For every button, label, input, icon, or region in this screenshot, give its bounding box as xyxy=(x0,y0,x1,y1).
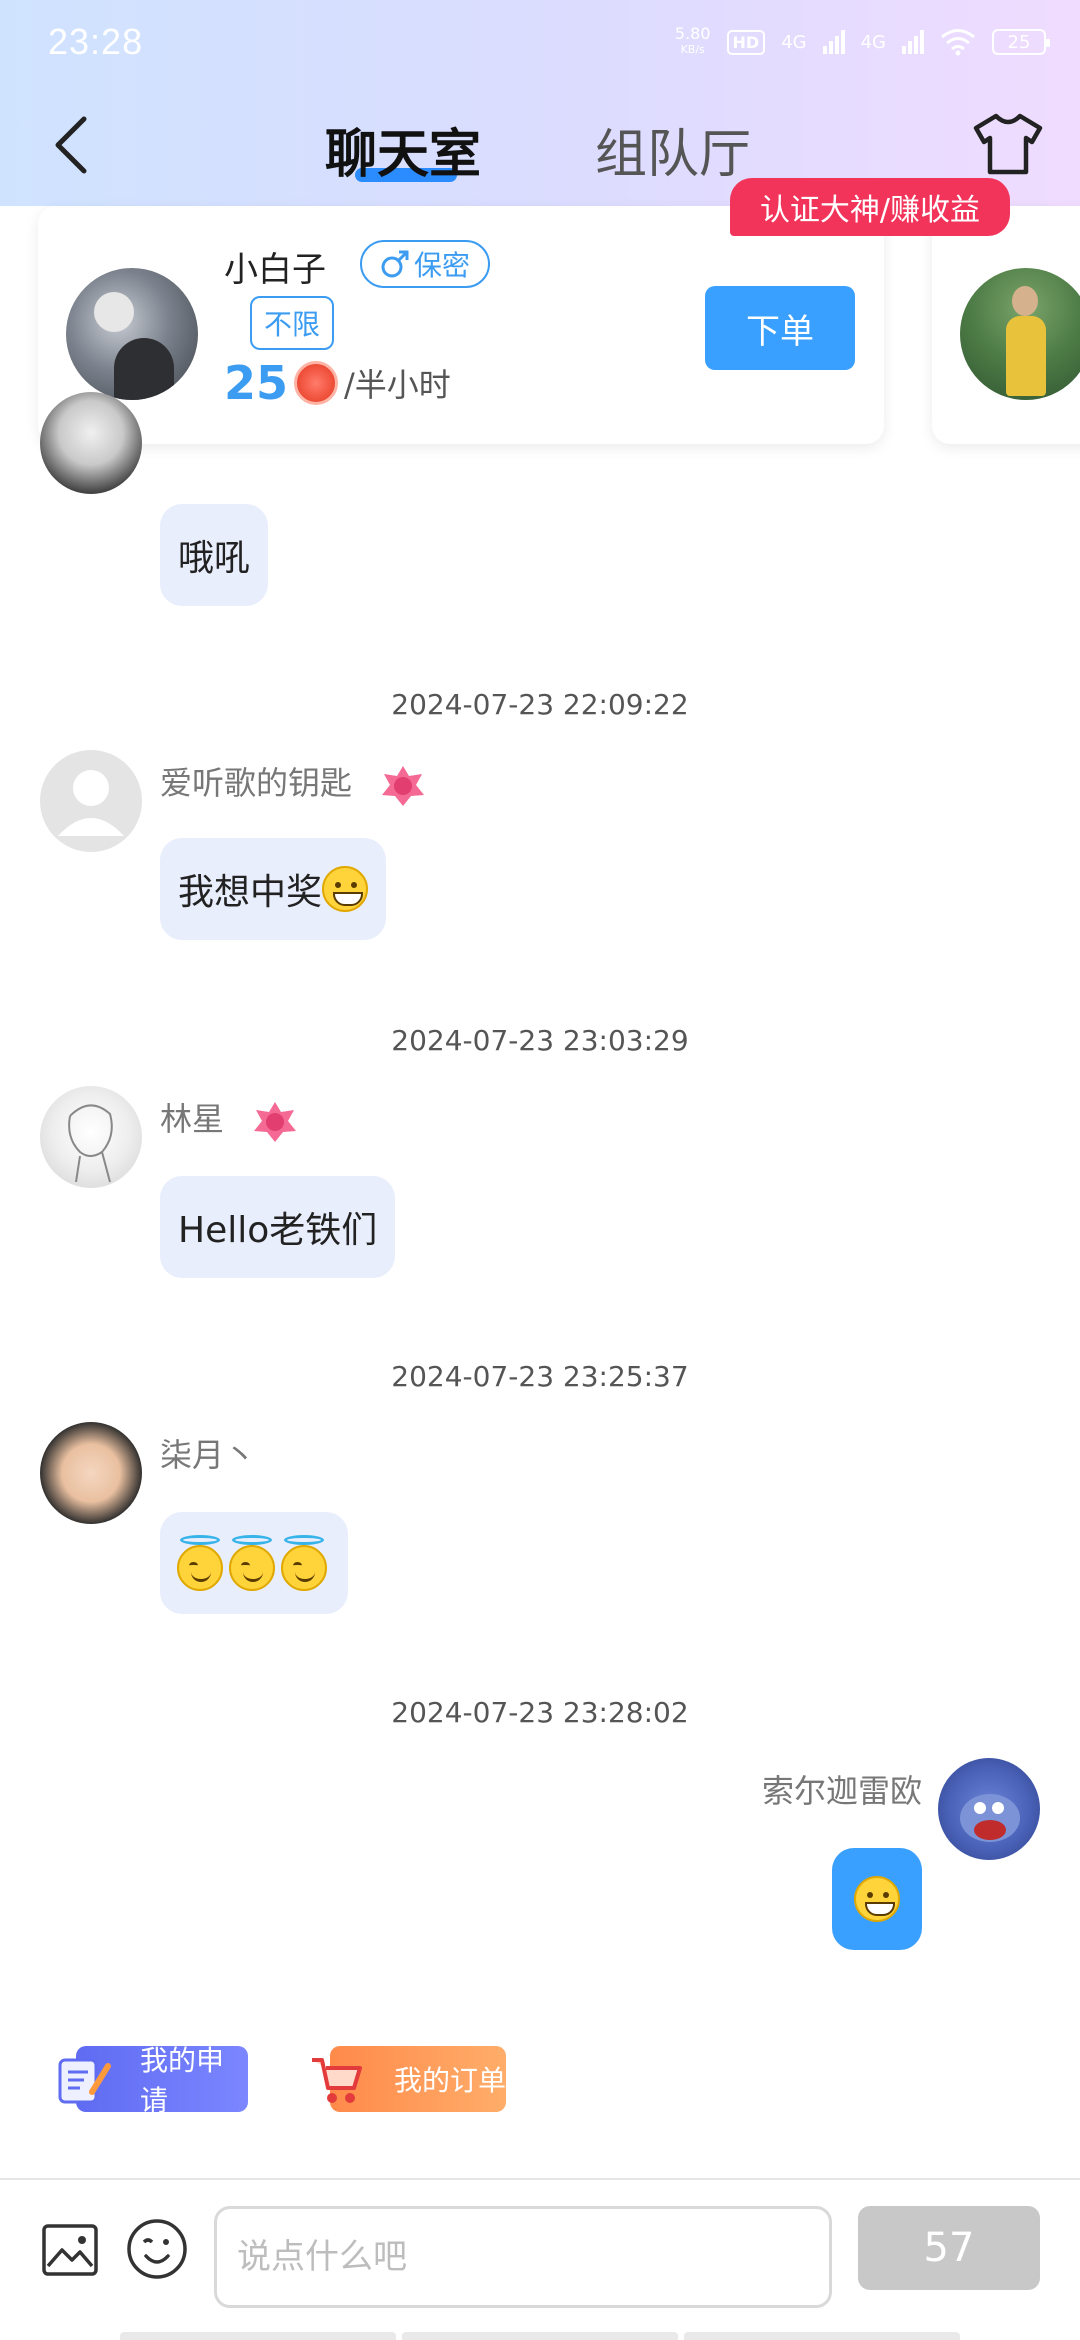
back-button[interactable] xyxy=(50,110,100,180)
message-bubble[interactable] xyxy=(160,1512,348,1614)
shopping-cart-icon xyxy=(312,2058,362,2103)
clipboard-pen-icon xyxy=(58,2058,111,2104)
sketch-avatar-icon xyxy=(68,1104,113,1183)
grinning-face-icon xyxy=(854,1876,900,1922)
message-input[interactable] xyxy=(214,2206,832,2308)
host-avatar-next[interactable] xyxy=(960,268,1080,400)
limit-tag: 不限 xyxy=(250,296,335,350)
host-name: 小白子 xyxy=(224,250,326,290)
signal-icon-2 xyxy=(902,30,924,54)
user-nickname: 林星 xyxy=(160,1094,300,1144)
default-avatar-icon xyxy=(58,770,124,836)
message-bubble[interactable]: 我想中奖 xyxy=(160,838,387,940)
user-nickname: 索尔迦雷欧 xyxy=(761,1772,922,1810)
network-speed: 5.80 KB/s xyxy=(674,24,711,57)
emoji-button[interactable] xyxy=(124,2216,190,2282)
order-button[interactable]: 下单 xyxy=(705,286,855,370)
bottom-tab-strip xyxy=(120,2332,960,2340)
tab-chatroom[interactable]: 聊天室 xyxy=(325,112,481,187)
chat-message: 哦吼 xyxy=(0,392,1080,614)
user-avatar[interactable] xyxy=(40,750,142,852)
image-button[interactable] xyxy=(40,2220,100,2280)
tab-team-hall[interactable]: 组队厅 xyxy=(595,112,751,187)
hd-icon: HD xyxy=(726,29,766,55)
status-time: 23:28 xyxy=(48,21,144,62)
price-row: 25 /半小时 xyxy=(224,356,451,410)
my-applications-button[interactable]: 我的申请 xyxy=(58,2044,248,2117)
user-nickname: 柒月丶 xyxy=(160,1436,257,1474)
timestamp: 2024-07-23 23:25:37 xyxy=(391,1360,689,1393)
host-card[interactable]: 小白子 保密 不限 25 /半小时 下单 xyxy=(38,206,884,444)
wifi-icon xyxy=(941,29,975,56)
image-icon xyxy=(42,2224,98,2276)
my-orders-button[interactable]: 我的订单 xyxy=(312,2046,506,2112)
message-bubble[interactable]: Hello老铁们 xyxy=(160,1176,396,1278)
vip-flower-icon xyxy=(254,1102,297,1142)
smiling-face-with-halo-icon xyxy=(176,1535,224,1591)
smiling-face-with-halo-icon xyxy=(228,1535,276,1591)
timestamp: 2024-07-23 23:03:29 xyxy=(391,1024,689,1057)
timestamp: 2024-07-23 23:28:02 xyxy=(391,1696,689,1729)
user-avatar[interactable] xyxy=(40,1422,142,1524)
input-bar: 57 xyxy=(0,2178,1080,2340)
tshirt-icon xyxy=(973,113,1043,175)
host-avatar[interactable] xyxy=(66,268,198,400)
user-nickname: 爱听歌的钥匙 xyxy=(160,758,428,808)
gender-tag: 保密 xyxy=(360,240,491,288)
message-bubble[interactable]: 哦吼 xyxy=(160,504,269,606)
chat-message-self: 索尔迦雷欧 xyxy=(0,1756,1080,1956)
chat-message: 柒月丶 xyxy=(0,1420,1080,1620)
price-value: 25 xyxy=(224,356,289,410)
coin-icon xyxy=(294,361,339,405)
status-icons: 5.80 KB/s HD 4G 4G 25 xyxy=(674,24,1050,58)
battery-icon: 25 xyxy=(992,29,1050,55)
user-avatar[interactable] xyxy=(40,392,142,494)
message-bubble-self[interactable] xyxy=(832,1848,922,1950)
sim2-label: 4G xyxy=(860,31,886,53)
cartoon-cat-avatar-icon xyxy=(960,1794,1020,1842)
chat-message: 爱听歌的钥匙 我想中奖 xyxy=(0,748,1080,948)
signal-icon xyxy=(822,30,845,54)
user-avatar-self[interactable] xyxy=(938,1758,1040,1860)
user-avatar[interactable] xyxy=(40,1086,142,1188)
status-bar: 23:28 5.80 KB/s HD 4G 4G 25 xyxy=(0,0,1080,84)
vip-flower-icon xyxy=(382,766,425,806)
male-symbol-icon xyxy=(381,250,409,278)
send-button[interactable]: 57 xyxy=(858,2206,1040,2290)
host-card-next[interactable] xyxy=(932,206,1080,444)
outfit-button[interactable] xyxy=(970,106,1046,182)
price-unit: /半小时 xyxy=(344,366,451,404)
grinning-face-icon xyxy=(322,866,369,912)
wink-face-icon xyxy=(127,2219,187,2279)
sim1-label: 4G xyxy=(781,31,807,53)
chat-message: 林星 Hello老铁们 xyxy=(0,1084,1080,1284)
promo-certify-badge[interactable]: 认证大神/赚收益 xyxy=(730,178,1010,236)
smiling-face-with-halo-icon xyxy=(280,1535,328,1591)
chevron-left-icon xyxy=(55,116,87,174)
timestamp: 2024-07-23 22:09:22 xyxy=(391,688,689,721)
